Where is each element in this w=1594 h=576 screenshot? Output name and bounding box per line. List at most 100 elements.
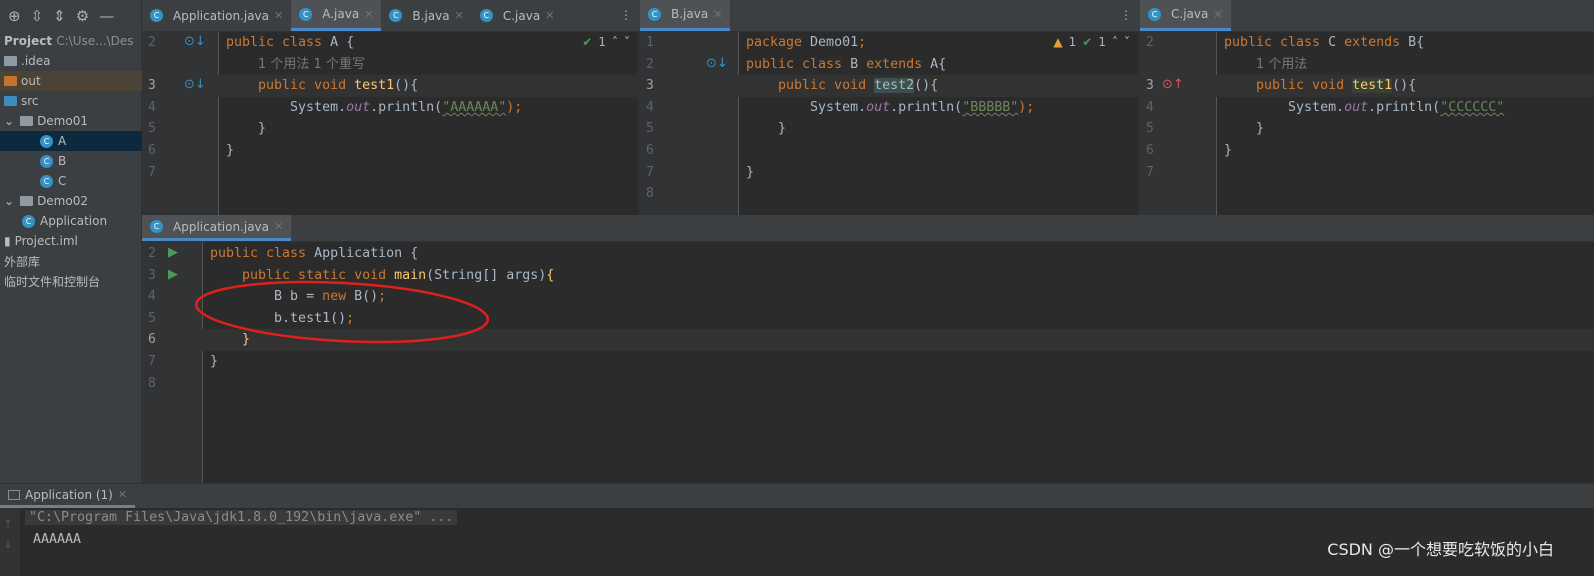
gutter-divider [202,242,203,483]
chevron-up-icon[interactable]: ˄ [612,35,618,49]
code-token: test1 [354,78,395,94]
line-number: 5 [148,310,156,326]
chevron-down-icon[interactable]: ˅ [624,35,630,49]
tree-item-project-iml[interactable]: ▮ Project.iml [0,231,142,251]
chevron-down-icon[interactable]: ⌄ [4,114,14,128]
inspection-widget[interactable]: ▲ 1 ✔ 1 ˄ ˅ [1053,35,1130,49]
check-icon: ✔ [1082,35,1093,49]
tab-b-java[interactable]: C B.java ✕ [381,0,471,31]
tab-b-java[interactable]: C B.java ✕ [640,0,731,31]
inlay-hint-usages[interactable]: 1 个用法 [1256,54,1307,76]
code-token: A{ [930,56,947,72]
project-path: C:\Use...\Des [56,34,134,48]
code-token: System. [746,99,867,115]
run-tab-label: Application (1) [25,487,113,502]
project-toolbar: ⊕ ⇳ ⇕ ⚙ — [0,0,142,32]
run-tab-application[interactable]: Application (1) ✕ [0,484,136,508]
tab-label: A.java [322,7,360,21]
folder-icon [4,56,17,66]
code-token: B{ [1408,35,1425,50]
editor-tabbar-bottom: C Application.java ✕ [142,215,1594,242]
tree-item-src[interactable]: src [0,91,142,111]
close-icon[interactable]: ✕ [274,9,283,22]
close-icon[interactable]: ✕ [364,8,373,21]
line-number: 7 [148,164,156,180]
project-header[interactable]: Project C:\Use...\Des [0,31,142,51]
close-icon[interactable]: ✕ [545,9,554,22]
overridden-class-icon[interactable]: ⊙↓ [706,56,728,71]
minimize-icon[interactable]: — [99,7,114,25]
warning-icon: ▲ [1053,35,1063,49]
close-icon[interactable]: ✕ [1213,8,1222,21]
tree-item-demo02[interactable]: ⌄ Demo02 [0,191,142,211]
tree-item--[interactable]: 临时文件和控制台 [0,271,142,291]
code-token: "CCCCCC" [1440,99,1505,115]
code-token: public void [226,78,355,94]
tab-c-java[interactable]: C C.java ✕ [472,0,563,31]
tree-item-label: Application [40,214,108,228]
tree-item-out[interactable]: out [0,71,142,91]
close-icon[interactable]: ✕ [455,9,464,22]
code-line: public static void main(String[] args){ [210,265,554,287]
main-class-icon: C [22,214,35,228]
editor-c[interactable]: 2 public class C extends B{1 个用法 3 public … [1140,32,1594,215]
run-class-icon[interactable]: ▶ [168,245,178,260]
chevron-down-icon[interactable]: ⌄ [4,194,14,208]
folder-icon [4,96,17,106]
code-token: ; [346,310,355,326]
tree-item-label: src [21,94,39,108]
tree-item-a[interactable]: CA [0,131,142,151]
tab-c-java[interactable]: C C.java ✕ [1140,0,1231,31]
tab-application-java[interactable]: C Application.java ✕ [142,215,292,241]
console-icon [8,489,20,500]
overriding-method-icon[interactable]: ⊙↑ [1162,77,1184,92]
overridden-method-icon[interactable]: ⊙↓ [184,34,206,49]
close-icon[interactable]: ✕ [118,488,127,501]
tree-item-label: .idea [21,54,51,68]
tab-a-java[interactable]: C A.java ✕ [291,0,382,31]
tree-item-demo01[interactable]: ⌄ Demo01 [0,111,142,131]
tree-item-label: Demo02 [37,194,88,208]
folder-icon [20,196,34,206]
overridden-method-icon[interactable]: ⊙↓ [184,77,206,92]
run-main-icon[interactable]: ▶ [168,267,178,282]
crosshair-icon[interactable]: ⊕ [8,7,21,25]
more-tabs-icon[interactable]: ⋮ [612,0,640,31]
tree-item-application[interactable]: C Application [0,211,142,231]
inlay-hint-usages[interactable]: 1 个用法 1 个重写 [258,54,365,76]
down-arrow-icon[interactable]: ↓ [3,534,17,554]
close-icon[interactable]: ✕ [713,8,722,21]
tree-item-label: Demo01 [37,114,88,128]
gutter-divider [1216,32,1217,215]
tab-label: B.java [412,8,450,23]
tree-item--[interactable]: 外部库 [0,251,142,271]
tab-application-java[interactable]: C Application.java ✕ [142,0,291,31]
code-token: public class [1224,35,1329,50]
code-token: public class [746,56,851,72]
tree-item--idea[interactable]: .idea [0,51,142,71]
up-arrow-icon[interactable]: ↑ [3,514,17,534]
editor-b[interactable]: 1 package Demo01; 2 public class B extends … [640,32,1140,215]
close-icon[interactable]: ✕ [274,220,283,233]
run-tabbar: Application (1) ✕ [0,484,1594,508]
tree-item-b[interactable]: CB [0,151,142,171]
code-token: .println( [370,99,443,115]
chevron-down-icon[interactable]: ˅ [1124,35,1130,49]
ok-count: 1 [598,35,606,49]
code-token: (String[] args) [426,267,547,283]
line-number: 8 [646,186,654,202]
class-icon: C [40,134,53,148]
code-token: } [210,354,219,369]
more-tabs-icon[interactable]: ⋮ [1112,0,1140,31]
editor-a[interactable]: 2 public class A {⊙↓ 1 个用法 1 个重写 3 public v… [142,32,640,215]
line-number: 5 [646,121,654,137]
inspection-widget[interactable]: ✔ 1 ˄ ˅ [582,35,630,49]
editor-application[interactable]: 2 public class Application {▶ 3 public sta… [142,242,1594,483]
tree-item-c[interactable]: CC [0,171,142,191]
tab-label: C.java [1171,7,1209,21]
chevron-up-icon[interactable]: ˄ [1112,35,1118,49]
class-icon: C [479,9,493,22]
gear-icon[interactable]: ⚙ [76,7,89,25]
expand-all-icon[interactable]: ⇳ [31,7,44,25]
collapse-all-icon[interactable]: ⇕ [53,7,66,25]
